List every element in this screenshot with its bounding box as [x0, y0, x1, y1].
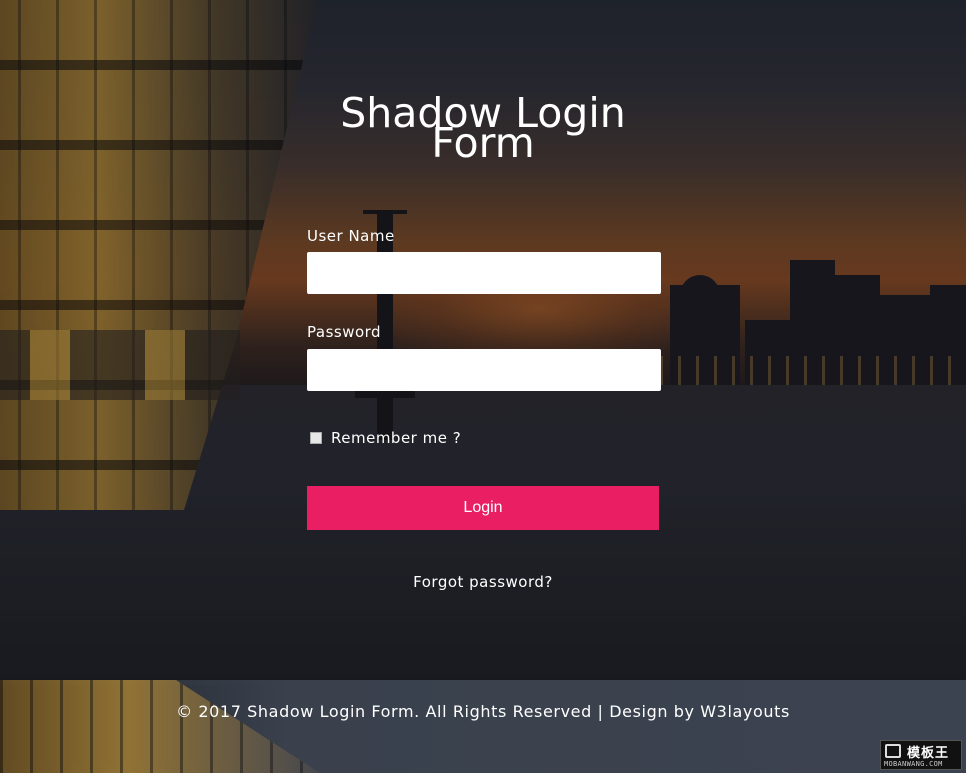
username-label: User Name: [307, 227, 395, 245]
footer-band: [0, 680, 966, 773]
stack-logo-icon: [885, 744, 901, 758]
watermark-url: MOBANWANG.COM: [884, 760, 943, 768]
password-field[interactable]: [307, 349, 661, 391]
password-label: Password: [307, 323, 382, 341]
login-button[interactable]: Login: [307, 486, 659, 530]
remember-label: Remember me ?: [331, 429, 462, 447]
watermark-name: 模板王: [907, 746, 950, 761]
remember-checkbox[interactable]: [310, 432, 322, 444]
forgot-password-link[interactable]: Forgot password?: [307, 573, 659, 591]
remember-me-row[interactable]: Remember me ?: [310, 429, 461, 447]
username-field[interactable]: [307, 252, 661, 294]
footer-building-image: [0, 680, 320, 773]
footer-copyright: © 2017 Shadow Login Form. All Rights Res…: [176, 702, 790, 721]
page-title: Shadow Login Form: [340, 89, 626, 167]
watermark-badge: 模板王 MOBANWANG.COM: [880, 740, 962, 770]
